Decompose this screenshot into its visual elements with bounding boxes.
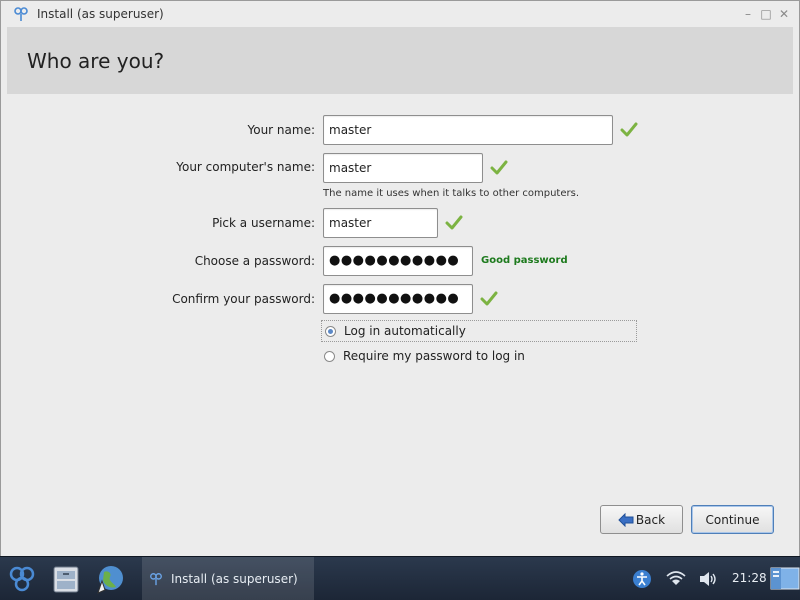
taskbar-task-installer[interactable]: Install (as superuser) (142, 557, 314, 600)
login-password-option[interactable]: Require my password to log in (321, 345, 637, 367)
page-header: Who are you? (7, 27, 793, 94)
password-field[interactable]: ●●●●●●●●●●● (323, 246, 473, 276)
back-button[interactable]: Back (600, 505, 683, 534)
wifi-icon[interactable] (666, 569, 686, 589)
continue-button[interactable]: Continue (691, 505, 774, 534)
username-field[interactable]: master (323, 208, 438, 238)
login-auto-option[interactable]: Log in automatically (321, 320, 637, 342)
radio-selected-icon[interactable] (325, 325, 336, 337)
confirm-password-label: Confirm your password: (172, 292, 315, 306)
confirm-password-field[interactable]: ●●●●●●●●●●● (323, 284, 473, 314)
valid-check-icon (480, 291, 498, 306)
computer-name-field[interactable]: master (323, 153, 483, 183)
continue-button-label: Continue (705, 512, 760, 527)
task-label: Install (as superuser) (171, 572, 298, 586)
login-password-label: Require my password to log in (343, 349, 525, 363)
page-title: Who are you? (27, 49, 165, 73)
back-arrow-icon (618, 512, 634, 527)
window-border-right (793, 1, 799, 556)
valid-check-icon (490, 160, 508, 175)
login-auto-label: Log in automatically (344, 324, 466, 338)
radio-unselected-icon[interactable] (324, 350, 335, 362)
app-logo-icon (150, 573, 162, 586)
web-browser-icon[interactable] (94, 563, 126, 595)
file-manager-icon[interactable] (50, 563, 82, 595)
window-title: Install (as superuser) (37, 7, 164, 21)
clock: 21:28 (732, 571, 767, 585)
valid-check-icon (445, 215, 463, 230)
maximize-button[interactable]: □ (757, 5, 775, 23)
show-desktop-icon[interactable] (770, 567, 800, 590)
your-name-label: Your name: (247, 123, 315, 137)
close-button[interactable]: ✕ (775, 5, 793, 23)
computer-name-label: Your computer's name: (176, 160, 315, 174)
valid-check-icon (620, 122, 638, 137)
back-button-label: Back (635, 512, 666, 527)
your-name-field[interactable]: master (323, 115, 613, 145)
installer-window: Install (as superuser) – □ ✕ Who are you… (0, 0, 800, 556)
accessibility-icon[interactable] (632, 569, 652, 589)
password-strength: Good password (481, 255, 568, 266)
minimize-button[interactable]: – (739, 5, 757, 23)
username-label: Pick a username: (212, 216, 315, 230)
app-logo-icon (14, 7, 28, 21)
title-bar[interactable]: Install (as superuser) – □ ✕ (7, 1, 793, 27)
password-label: Choose a password: (194, 254, 315, 268)
computer-name-hint: The name it uses when it talks to other … (323, 188, 580, 199)
taskbar: Install (as superuser) 21:28 (0, 556, 800, 600)
lxqt-menu-icon[interactable] (6, 563, 38, 595)
volume-icon[interactable] (698, 569, 718, 589)
